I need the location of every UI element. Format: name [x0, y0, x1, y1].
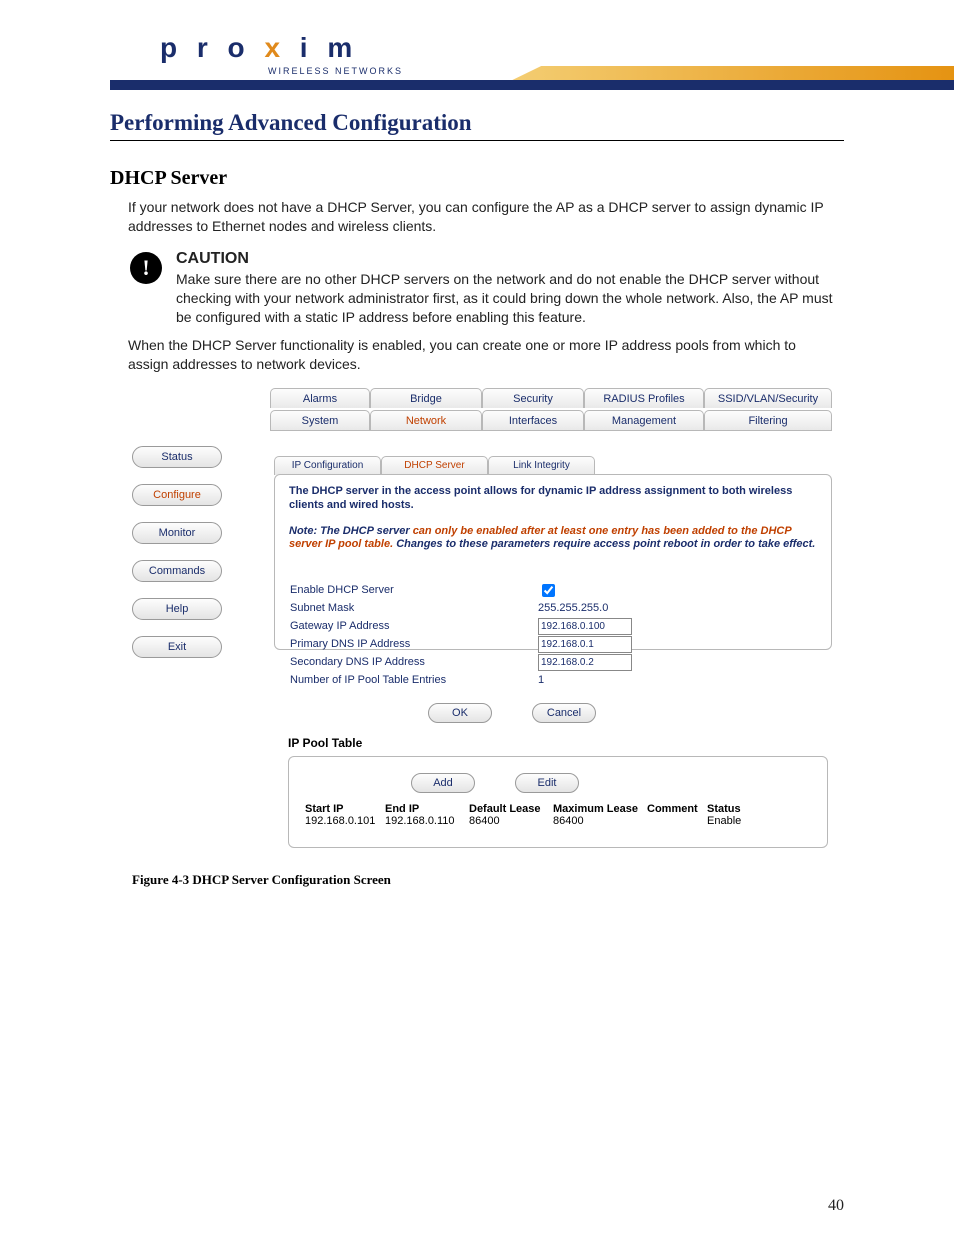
secondary-dns-input[interactable]	[538, 654, 632, 671]
header-accent-blue	[110, 80, 954, 90]
subnet-mask-label: Subnet Mask	[290, 602, 538, 614]
cell-max-lease: 86400	[553, 815, 647, 827]
caution-icon: !	[130, 252, 162, 284]
caution-body: Make sure there are no other DHCP server…	[176, 270, 836, 327]
gateway-ip-input[interactable]	[538, 618, 632, 635]
cancel-button[interactable]: Cancel	[532, 703, 596, 723]
intro-paragraph: If your network does not have a DHCP Ser…	[128, 198, 836, 236]
nav-commands[interactable]: Commands	[132, 560, 222, 582]
tab-interfaces[interactable]: Interfaces	[482, 410, 584, 430]
tab-system[interactable]: System	[270, 410, 370, 430]
cell-comment	[647, 815, 707, 827]
col-comment: Comment	[647, 803, 707, 815]
ip-pool-title: IP Pool Table	[288, 736, 362, 750]
enable-dhcp-checkbox[interactable]	[542, 584, 555, 597]
header-accent-orange	[474, 66, 954, 80]
tab-alarms[interactable]: Alarms	[270, 388, 370, 408]
section-title: DHCP Server	[110, 167, 954, 190]
pool-entries-label: Number of IP Pool Table Entries	[290, 674, 538, 686]
figure-caption: Figure 4-3 DHCP Server Configuration Scr…	[132, 872, 954, 888]
pool-table-header: Start IP End IP Default Lease Maximum Le…	[305, 803, 817, 815]
tab-row-upper: Alarms Bridge Security RADIUS Profiles S…	[270, 388, 832, 408]
tab-security[interactable]: Security	[482, 388, 584, 408]
page-number: 40	[828, 1197, 844, 1215]
brand-tagline: WIRELESS NETWORKS	[268, 66, 403, 76]
ip-pool-panel: Add Edit Start IP End IP Default Lease M…	[288, 756, 828, 848]
add-button[interactable]: Add	[411, 773, 475, 793]
panel-note: Note: The DHCP server can only be enable…	[289, 525, 819, 553]
col-default-lease: Default Lease	[469, 803, 553, 815]
primary-dns-input[interactable]	[538, 636, 632, 653]
gateway-ip-label: Gateway IP Address	[290, 620, 538, 632]
post-caution-paragraph: When the DHCP Server functionality is en…	[128, 336, 836, 374]
nav-help[interactable]: Help	[132, 598, 222, 620]
subtab-link-integrity[interactable]: Link Integrity	[488, 456, 595, 475]
secondary-dns-label: Secondary DNS IP Address	[290, 656, 538, 668]
tab-row-main: System Network Interfaces Management Fil…	[270, 410, 832, 430]
tab-filtering[interactable]: Filtering	[704, 410, 832, 430]
tab-ssid-vlan-security[interactable]: SSID/VLAN/Security	[704, 388, 832, 408]
nav-exit[interactable]: Exit	[132, 636, 222, 658]
pool-table-row: 192.168.0.101 192.168.0.110 86400 86400 …	[305, 815, 817, 827]
caution-heading: CAUTION	[176, 250, 836, 268]
cell-start-ip: 192.168.0.101	[305, 815, 385, 827]
tab-network[interactable]: Network	[370, 410, 482, 430]
subtab-ip-configuration[interactable]: IP Configuration	[274, 456, 381, 475]
dhcp-form: Enable DHCP Server Subnet Mask 255.255.2…	[290, 581, 820, 689]
ok-button[interactable]: OK	[428, 703, 492, 723]
enable-dhcp-label: Enable DHCP Server	[290, 584, 538, 596]
tab-management[interactable]: Management	[584, 410, 704, 430]
subnet-mask-value: 255.255.255.0	[538, 602, 608, 614]
col-start-ip: Start IP	[305, 803, 385, 815]
pool-entries-value: 1	[538, 674, 544, 686]
brand-logo: p r o x i m	[160, 32, 358, 64]
subtab-dhcp-server[interactable]: DHCP Server	[381, 456, 488, 475]
page-header: p r o x i m WIRELESS NETWORKS	[110, 8, 954, 94]
tab-bridge[interactable]: Bridge	[370, 388, 482, 408]
chapter-title: Performing Advanced Configuration	[110, 110, 954, 136]
primary-dns-label: Primary DNS IP Address	[290, 638, 538, 650]
cell-default-lease: 86400	[469, 815, 553, 827]
side-nav: Status Configure Monitor Commands Help E…	[132, 446, 222, 658]
title-rule	[110, 140, 844, 141]
cell-end-ip: 192.168.0.110	[385, 815, 469, 827]
nav-status[interactable]: Status	[132, 446, 222, 468]
col-max-lease: Maximum Lease	[553, 803, 647, 815]
col-status: Status	[707, 803, 751, 815]
tab-radius-profiles[interactable]: RADIUS Profiles	[584, 388, 704, 408]
edit-button[interactable]: Edit	[515, 773, 579, 793]
nav-configure[interactable]: Configure	[132, 484, 222, 506]
subtab-row: IP Configuration DHCP Server Link Integr…	[274, 456, 595, 475]
caution-block: ! CAUTION Make sure there are no other D…	[130, 250, 836, 327]
cell-status: Enable	[707, 815, 751, 827]
config-screenshot: Alarms Bridge Security RADIUS Profiles S…	[132, 388, 840, 858]
col-end-ip: End IP	[385, 803, 469, 815]
panel-description: The DHCP server in the access point allo…	[289, 485, 819, 513]
nav-monitor[interactable]: Monitor	[132, 522, 222, 544]
